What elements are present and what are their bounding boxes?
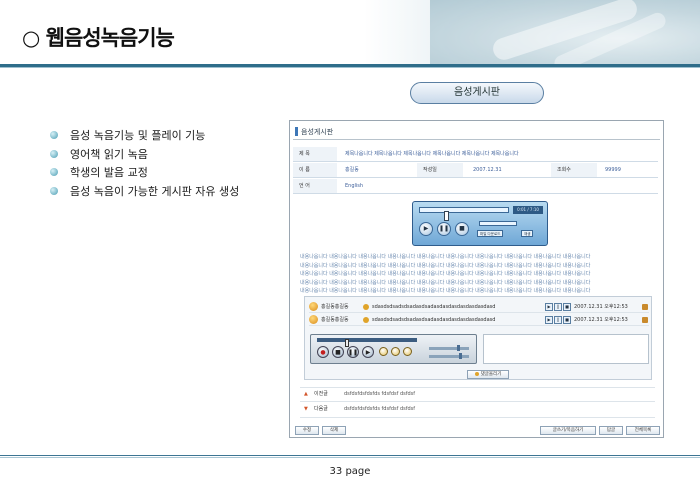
prev-post[interactable]: ▲ 이전글 dsfdsfdsfdsfds fdsfdsf dsfdsf (304, 388, 644, 400)
list-button[interactable]: 전체목록 (626, 426, 660, 435)
avatar-icon (309, 315, 318, 324)
comment-text: sdasdsdsadsdsadasdsadasdasdasdasdasdasda… (372, 304, 496, 310)
recorder-progress[interactable] (317, 338, 417, 347)
board-header: 음성게시판 (293, 124, 660, 140)
write-button[interactable]: 글쓰기/목음하기 (540, 426, 596, 435)
volume-knob[interactable] (457, 345, 460, 351)
next-post[interactable]: ▼ 다음글 dsfdsfdsfdsfds fdsfdsf dsfdsf (304, 403, 644, 415)
comment-input[interactable] (483, 334, 649, 364)
footer-rule-light (0, 457, 700, 458)
reply-button[interactable]: 댓글올리기 (467, 370, 509, 379)
pause-icon[interactable]: ‖ (554, 303, 562, 311)
stop-icon[interactable]: ■ (563, 303, 571, 311)
views-label: 조회수 (551, 163, 597, 177)
comment-date: 2007.12.31 오후12:53 (574, 304, 628, 310)
recorder-knob[interactable] (345, 339, 349, 347)
stop-icon[interactable]: ■ (563, 316, 571, 324)
mic-slider[interactable] (429, 353, 469, 359)
avatar-icon (309, 302, 318, 311)
comment-row: 홍길동홍길동 sdasdsdsadsdsadasdsadasdasdasdasd… (309, 301, 649, 313)
bullet-icon (50, 168, 58, 176)
name-label: 이 름 (293, 163, 337, 177)
record-icon[interactable]: ● (317, 346, 329, 358)
answer-button[interactable]: 답글 (599, 426, 623, 435)
delete-button[interactable]: 삭제 (322, 426, 346, 435)
save-icon[interactable] (391, 347, 400, 356)
trash-icon[interactable] (642, 317, 648, 323)
play-icon[interactable]: ▶ (545, 303, 553, 311)
play-button[interactable]: 재생 (521, 230, 534, 237)
bullet-item: 음성 녹음이 가능한 게시판 자유 생성 (50, 183, 239, 199)
language-label: 언 어 (293, 179, 337, 193)
volume-slider[interactable] (479, 221, 517, 226)
comment-box: 홍길동홍길동 sdasdsdsadsdsadasdsadasdasdasdasd… (304, 296, 652, 380)
speaker-icon[interactable] (363, 304, 369, 310)
arrow-down-icon: ▼ (304, 406, 308, 412)
download-button[interactable]: 파일 다운로드 (477, 230, 504, 237)
speaker-icon[interactable] (363, 317, 369, 323)
audio-player: 0:01 / 7:10 ▶ ❚❚ ■ 파일 다운로드 재생 (412, 201, 548, 246)
player-progress[interactable] (419, 207, 509, 221)
subject-row: 제 목 제목나옵니다 제목나옵니다 제목나옵니다 제목나옵니다 제목나옵니다 제… (293, 147, 658, 162)
date-label: 작성일 (417, 163, 463, 177)
date-value: 2007.12.31 (473, 167, 502, 173)
play-icon[interactable]: ▶ (419, 222, 433, 236)
page-number: 33 page (329, 466, 371, 477)
upload-icon[interactable] (379, 347, 388, 356)
next-text[interactable]: dsfdsfdsfdsfds fdsfdsf dsfdsf (344, 403, 415, 415)
player-time: 0:01 / 7:10 (513, 206, 543, 214)
comment-author: 홍길동홍길동 (321, 304, 349, 310)
play-icon[interactable]: ▶ (362, 346, 374, 358)
bullet-icon (50, 150, 58, 158)
subject-value: 제목나옵니다 제목나옵니다 제목나옵니다 제목나옵니다 제목나옵니다 제목나옵니… (345, 151, 519, 157)
player-knob[interactable] (444, 211, 449, 221)
header-rule-light (0, 67, 700, 68)
stop-icon[interactable]: ■ (332, 346, 344, 358)
bullet-item: 영어책 읽기 녹음 (50, 146, 148, 162)
language-row: 언 어 English (293, 179, 658, 194)
delete-icon[interactable] (403, 347, 412, 356)
bullet-icon (50, 131, 58, 139)
views-value: 99999 (605, 167, 621, 173)
bullet-item: 음성 녹음기능 및 플레이 기능 (50, 127, 205, 143)
trash-icon[interactable] (642, 304, 648, 310)
comment-text: sdasdsdsadsdsadasdsadasdasdasdasdasdasda… (372, 317, 496, 323)
pause-icon[interactable]: ❚❚ (347, 346, 359, 358)
slide: ○ 웹음성녹음기능 음성게시판 음성 녹음기능 및 플레이 기능 영어책 읽기 … (0, 0, 700, 485)
edit-button[interactable]: 수정 (295, 426, 319, 435)
bullet-icon (50, 187, 58, 195)
comment-date: 2007.12.31 오후12:53 (574, 317, 628, 323)
arrow-up-icon: ▲ (304, 391, 308, 397)
stop-icon[interactable]: ■ (455, 222, 469, 236)
board-screenshot: 음성게시판 제 목 제목나옵니다 제목나옵니다 제목나옵니다 제목나옵니다 제목… (289, 120, 664, 438)
separator (300, 417, 655, 418)
post-body: 내용나옵니다 내용나옵니다 내용나옵니다 내용나옵니다 내용나옵니다 내용나옵니… (300, 254, 591, 294)
footer-rule (0, 455, 700, 456)
slide-title: ○ 웹음성녹음기능 (22, 26, 175, 50)
info-row: 이 름 홍길동 작성일 2007.12.31 조회수 99999 (293, 163, 658, 178)
hand-photo (430, 0, 700, 64)
bullet-item: 학생의 발음 교정 (50, 164, 148, 180)
pause-icon[interactable]: ❚❚ (437, 222, 451, 236)
pause-icon[interactable]: ‖ (554, 316, 562, 324)
comment-row: 홍길동홍길동 sdasdsdsadsdsadasdsadasdasdasdasd… (309, 314, 649, 326)
separator (300, 401, 655, 402)
play-icon[interactable]: ▶ (545, 316, 553, 324)
prev-label: 이전글 (314, 391, 328, 397)
recorder: ● ■ ❚❚ ▶ (310, 334, 477, 364)
subject-label: 제 목 (293, 147, 337, 161)
prev-text[interactable]: dsfdsfdsfdsfds fdsfdsf dsfdsf (344, 388, 415, 400)
next-label: 다음글 (314, 406, 328, 412)
board-label: 음성게시판 (410, 82, 544, 104)
name-value: 홍길동 (345, 167, 359, 173)
comment-author: 홍길동홍길동 (321, 317, 349, 323)
language-value: English (345, 183, 364, 189)
mic-knob[interactable] (459, 353, 462, 359)
volume-slider[interactable] (429, 345, 469, 351)
